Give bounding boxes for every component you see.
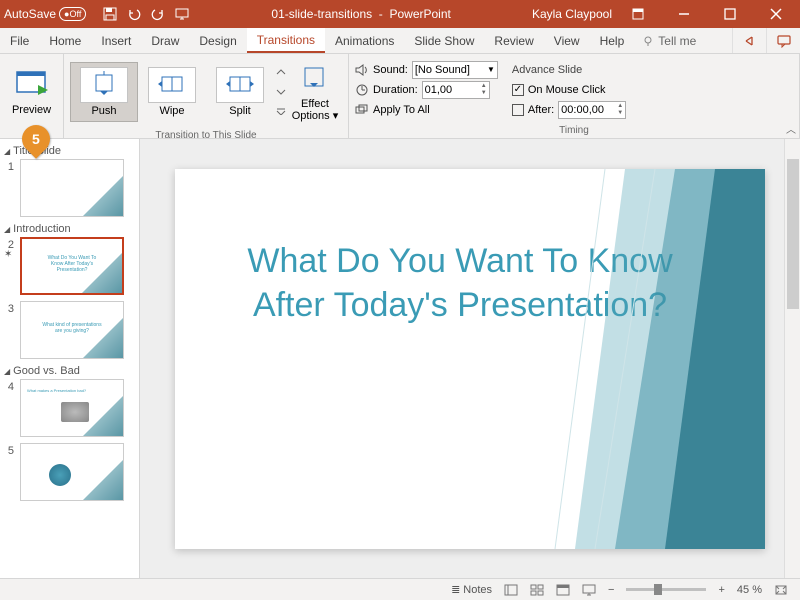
tab-help[interactable]: Help — [590, 28, 635, 53]
push-icon — [80, 67, 128, 103]
duration-icon — [355, 84, 369, 96]
transition-split[interactable]: Split — [206, 62, 274, 122]
wipe-icon — [148, 67, 196, 103]
thumbnail-3[interactable]: What kind of presentationsare you giving… — [20, 301, 124, 359]
sound-dropdown[interactable]: [No Sound]▼ — [412, 61, 498, 79]
maximize-icon[interactable] — [710, 0, 750, 28]
group-label-timing: Timing — [349, 125, 799, 138]
window-title: 01-slide-transitions - PowerPoint — [190, 7, 532, 21]
preview-icon — [16, 68, 48, 100]
undo-icon[interactable] — [126, 6, 142, 22]
redo-icon[interactable] — [150, 6, 166, 22]
after-input[interactable]: 00:00,00▲▼ — [558, 101, 626, 119]
duration-label: Duration: — [373, 84, 418, 96]
sound-label: Sound: — [373, 64, 408, 76]
tab-draw[interactable]: Draw — [141, 28, 189, 53]
thumbnail-panel: ◢Title Slide 1 ◢Introduction 2✶ What Do … — [0, 139, 140, 578]
tab-file[interactable]: File — [0, 28, 39, 53]
sound-icon — [355, 64, 369, 76]
section-introduction[interactable]: ◢Introduction — [4, 223, 135, 235]
on-mouse-click-checkbox[interactable]: ✓ On Mouse Click — [512, 80, 626, 100]
slide-editor[interactable]: What Do You Want To Know After Today's P… — [140, 139, 800, 578]
thumbnail-4[interactable]: What makes a Presentation bad? — [20, 379, 124, 437]
transition-star-icon: ✶ — [4, 251, 14, 259]
share-icon[interactable] — [732, 28, 766, 53]
effect-options-button[interactable]: Effect Options ▾ — [288, 58, 342, 126]
tab-insert[interactable]: Insert — [91, 28, 141, 53]
slide-num-5: 5 — [4, 443, 14, 457]
callout-marker: 5 — [22, 125, 52, 161]
close-icon[interactable] — [756, 0, 796, 28]
menubar: File Home Insert Draw Design Transitions… — [0, 28, 800, 54]
effect-options-icon — [299, 62, 331, 94]
minimize-icon[interactable] — [664, 0, 704, 28]
workspace: ◢Title Slide 1 ◢Introduction 2✶ What Do … — [0, 139, 800, 578]
ribbon-options-icon[interactable] — [618, 0, 658, 28]
tab-view[interactable]: View — [544, 28, 590, 53]
collapse-ribbon-icon[interactable]: ︿ — [786, 121, 796, 136]
tab-review[interactable]: Review — [484, 28, 543, 53]
thumbnail-5[interactable] — [20, 443, 124, 501]
slide-num-3: 3 — [4, 301, 14, 315]
duration-input[interactable]: 01,00▲▼ — [422, 81, 490, 99]
slide-canvas[interactable]: What Do You Want To Know After Today's P… — [175, 169, 765, 549]
zoom-in-button[interactable]: + — [712, 584, 730, 596]
autosave-toggle[interactable]: AutoSave ● Off — [4, 7, 86, 21]
slide-num-1: 1 — [4, 159, 14, 173]
transition-gallery-more[interactable] — [274, 64, 288, 120]
tab-home[interactable]: Home — [39, 28, 91, 53]
notes-icon: ≣ — [451, 583, 460, 596]
preview-button[interactable]: Preview — [6, 58, 57, 126]
tab-animations[interactable]: Animations — [325, 28, 404, 53]
zoom-out-button[interactable]: − — [602, 584, 620, 596]
tell-me-search[interactable]: Tell me — [634, 28, 704, 53]
slideshow-view-icon[interactable] — [576, 584, 602, 596]
transition-wipe[interactable]: Wipe — [138, 62, 206, 122]
notes-button[interactable]: ≣ Notes — [445, 583, 498, 596]
zoom-level[interactable]: 45 % — [731, 584, 768, 596]
tab-design[interactable]: Design — [189, 28, 246, 53]
thumbnail-2[interactable]: What Do You Want ToKnow After Today'sPre… — [20, 237, 124, 295]
tab-transitions[interactable]: Transitions — [247, 28, 325, 53]
slide-num-4: 4 — [4, 379, 14, 393]
comments-icon[interactable] — [766, 28, 800, 53]
titlebar: AutoSave ● Off 01-slide-transitions - Po… — [0, 0, 800, 28]
slide-sorter-icon[interactable] — [524, 584, 550, 596]
after-checkbox[interactable] — [512, 104, 524, 116]
reading-view-icon[interactable] — [550, 584, 576, 596]
user-name[interactable]: Kayla Claypool — [532, 7, 612, 21]
lightbulb-icon — [642, 35, 654, 47]
thumbnail-1[interactable] — [20, 159, 124, 217]
apply-to-all-button[interactable]: Apply To All — [355, 100, 498, 120]
after-label: After: — [528, 104, 554, 116]
section-good-vs-bad[interactable]: ◢Good vs. Bad — [4, 365, 135, 377]
zoom-slider[interactable] — [626, 588, 706, 591]
autosave-label: AutoSave — [4, 7, 56, 21]
autosave-state: ● Off — [59, 7, 86, 21]
advance-header: Advance Slide — [512, 60, 626, 80]
fit-to-window-icon[interactable] — [768, 584, 794, 596]
normal-view-icon[interactable] — [498, 584, 524, 596]
split-icon — [216, 67, 264, 103]
save-icon[interactable] — [102, 6, 118, 22]
start-slideshow-icon[interactable] — [174, 6, 190, 22]
ribbon: Preview Push Wipe Split — [0, 54, 800, 139]
transition-push[interactable]: Push — [70, 62, 138, 122]
slide-decoration — [545, 169, 765, 549]
vertical-scrollbar[interactable] — [784, 139, 800, 578]
statusbar: ≣ Notes − + 45 % — [0, 578, 800, 600]
apply-all-icon — [355, 104, 369, 116]
tab-slideshow[interactable]: Slide Show — [404, 28, 484, 53]
